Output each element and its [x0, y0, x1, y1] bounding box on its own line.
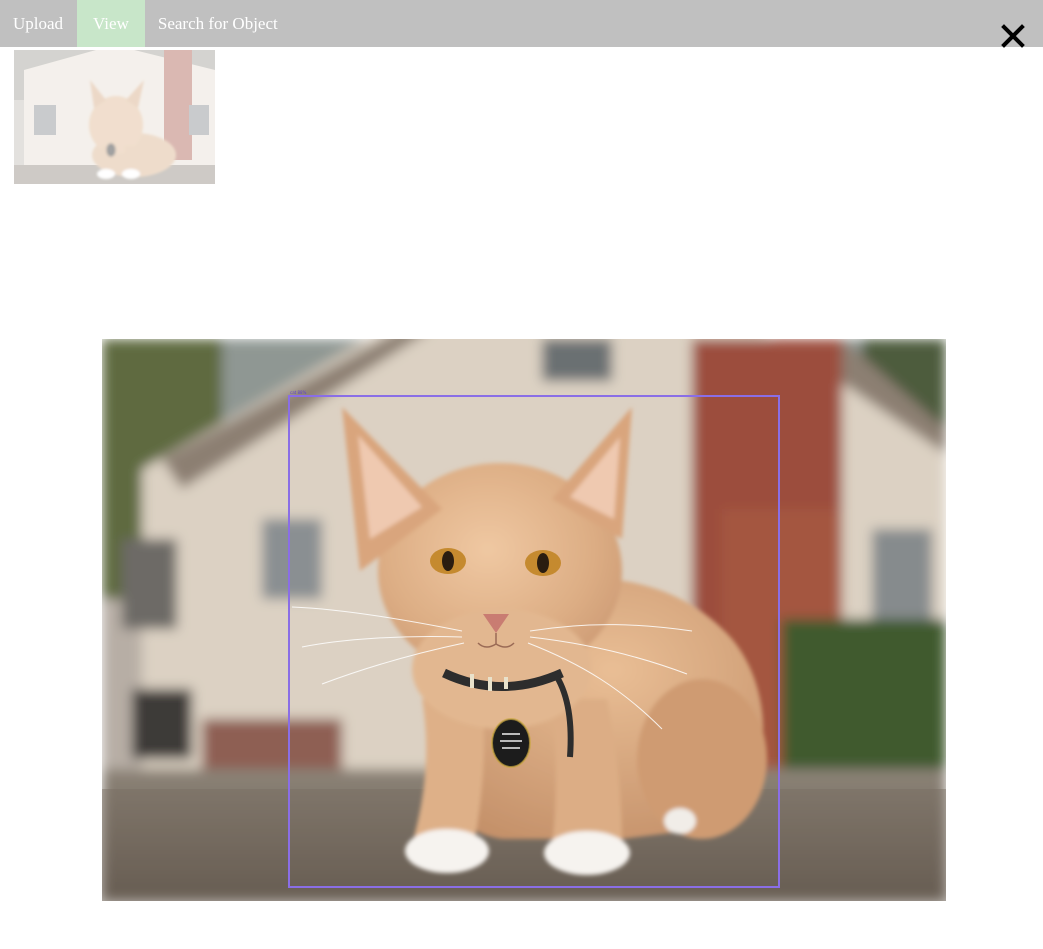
image-thumbnail[interactable] — [14, 50, 215, 184]
tab-search-for-object[interactable]: Search for Object — [145, 0, 292, 47]
tab-view[interactable]: View — [77, 0, 145, 47]
close-icon[interactable] — [999, 22, 1027, 50]
tab-upload[interactable]: Upload — [0, 0, 77, 47]
top-nav-bar: Upload View Search for Object — [0, 0, 1043, 47]
detection-bounding-box: cat 88% — [288, 391, 780, 888]
detection-label: cat 88% — [290, 390, 307, 395]
detection-image-viewer: cat 88% — [102, 339, 946, 901]
